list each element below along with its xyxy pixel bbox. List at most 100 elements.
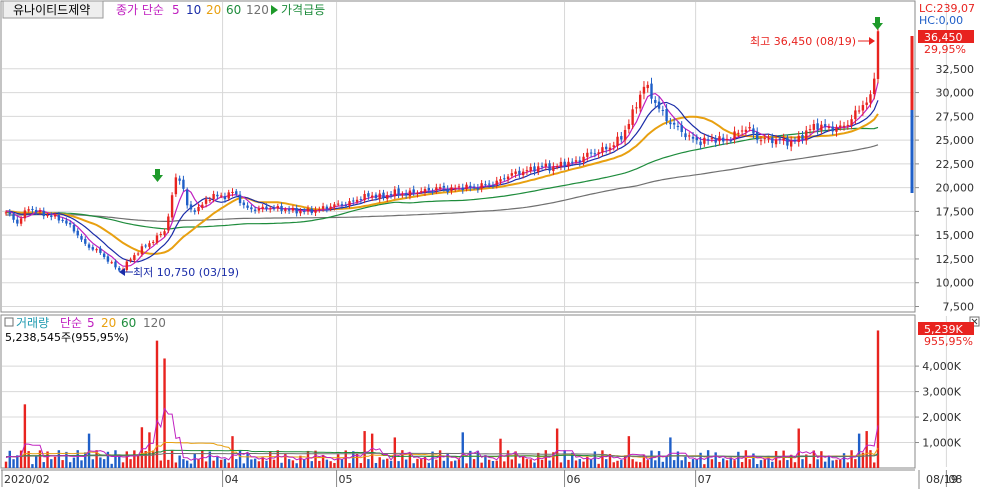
volume-bar — [521, 456, 525, 468]
candle-body — [91, 247, 95, 250]
stock-name[interactable]: 유나이티드제약 — [13, 2, 90, 17]
volume-bar — [518, 463, 521, 468]
volume-bar — [616, 460, 619, 468]
candle-body — [797, 135, 800, 142]
candle-body — [291, 207, 295, 211]
candle-body — [212, 193, 215, 200]
volume-bar — [272, 459, 276, 468]
candle-body — [552, 166, 555, 171]
price-legend-prefix: 종가 단순 — [116, 3, 164, 17]
candle-body — [133, 255, 136, 261]
candle-body — [563, 161, 566, 167]
current-volume-change-tag: 955,95% — [924, 335, 973, 348]
volume-bar — [597, 463, 600, 468]
candle-body — [540, 165, 544, 167]
volume-bar — [688, 461, 691, 468]
chart-canvas: 유나이티드제약 종가 단순 5 10 20 60 120 가격급등 LC:239… — [0, 0, 982, 489]
volume-bar — [299, 455, 302, 468]
candle-body — [710, 137, 714, 139]
candle-body — [427, 187, 430, 191]
volume-bar — [801, 459, 804, 468]
candle-body — [84, 238, 87, 244]
price-axis-tick-label: 30,000 — [936, 87, 975, 100]
candle-body — [669, 122, 672, 125]
volume-legend-ma60: 60 — [121, 316, 136, 330]
volume-bar — [325, 459, 329, 468]
volume-bar — [669, 437, 672, 468]
candle-body — [321, 206, 325, 209]
volume-bar — [740, 462, 744, 468]
volume-bar — [110, 463, 113, 468]
candle-body — [839, 125, 842, 128]
candle-body — [257, 208, 261, 211]
candle-body — [684, 133, 687, 138]
candle-body — [638, 94, 642, 109]
volume-axis-tick-label: 2,000K — [922, 411, 961, 424]
volume-bar — [548, 460, 551, 468]
candle-body — [280, 205, 283, 211]
volume-panel-toggle-icon[interactable] — [4, 317, 14, 327]
candle-body — [53, 214, 57, 217]
candle-body — [295, 208, 298, 214]
volume-legend-ma120: 120 — [143, 316, 166, 330]
legend-ma5: 5 — [172, 3, 180, 17]
volume-bar — [525, 459, 529, 468]
candle-body — [571, 161, 574, 163]
volume-bar — [253, 458, 257, 468]
volume-bar — [657, 451, 661, 468]
candle-body — [484, 184, 487, 186]
volume-bar — [722, 458, 725, 468]
candle-body — [789, 141, 793, 147]
legend-ma10: 10 — [186, 3, 201, 17]
candle-body — [265, 206, 268, 210]
candle-body — [450, 187, 453, 191]
volume-bar — [850, 450, 853, 468]
candle-body — [269, 208, 272, 210]
candle-body — [404, 193, 408, 196]
volume-bar — [748, 459, 751, 468]
candle-body — [457, 186, 461, 188]
candle-body — [778, 138, 782, 140]
candle-body — [310, 208, 313, 214]
volume-bar — [4, 461, 8, 468]
candle-body — [155, 235, 159, 243]
candle-body — [340, 204, 344, 206]
volume-bar — [854, 459, 857, 468]
candle-body — [348, 201, 351, 206]
volume-bar — [382, 459, 385, 468]
volume-bar — [450, 461, 453, 468]
volume-bar — [737, 451, 740, 468]
volume-bar — [265, 460, 268, 468]
candle-body — [333, 204, 336, 208]
volume-bar — [529, 459, 532, 468]
volume-bar — [121, 462, 125, 468]
candle-body — [431, 191, 434, 193]
volume-bar — [219, 459, 223, 468]
volume-bar — [612, 462, 615, 468]
candle-body — [374, 194, 378, 199]
candle-body — [393, 189, 397, 197]
volume-bar — [839, 459, 842, 468]
candle-body — [246, 205, 249, 208]
volume-bar — [835, 459, 838, 468]
candle-body — [699, 141, 702, 146]
candle-body — [227, 192, 230, 199]
candle-body — [642, 86, 646, 94]
candle-body — [261, 206, 264, 209]
candle-body — [95, 249, 98, 251]
candle-body — [355, 199, 359, 202]
volume-bar — [238, 450, 242, 468]
candle-body — [42, 210, 45, 217]
volume-bar — [102, 459, 106, 468]
candle-body — [242, 202, 246, 206]
volume-bar — [567, 459, 570, 468]
candle-body — [601, 147, 604, 153]
price-axis-tick-label: 27,500 — [936, 110, 975, 123]
volume-bar — [99, 457, 102, 468]
candle-body — [287, 209, 291, 211]
candle-body — [688, 135, 691, 137]
volume-bar — [367, 459, 370, 468]
candle-body — [816, 123, 819, 130]
candle-body — [125, 261, 128, 270]
volume-bar — [276, 450, 279, 468]
